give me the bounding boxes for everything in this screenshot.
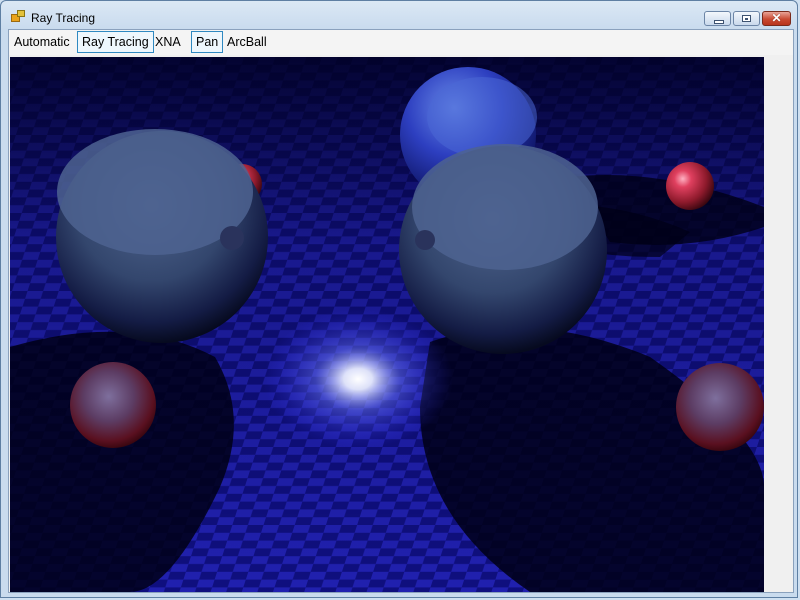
menu-arcball[interactable]: ArcBall (223, 31, 271, 53)
viewport-margin (765, 57, 793, 592)
ray-traced-scene (10, 57, 764, 592)
close-button[interactable]: ✕ (762, 11, 791, 26)
client-area: Automatic Ray Tracing XNA Pan ArcBall (8, 29, 794, 593)
menu-bar: Automatic Ray Tracing XNA Pan ArcBall (9, 30, 793, 55)
menu-automatic[interactable]: Automatic (10, 31, 74, 53)
maximize-button[interactable] (733, 11, 760, 26)
menu-pan[interactable]: Pan (191, 31, 224, 53)
title-bar[interactable]: Ray Tracing ✕ (1, 1, 797, 29)
close-icon: ✕ (771, 11, 782, 25)
menu-xna[interactable]: XNA (151, 31, 185, 53)
app-window: Ray Tracing ✕ Automatic Ray Tracing XNA … (0, 0, 798, 598)
app-icon[interactable] (11, 10, 25, 22)
maximize-icon (742, 15, 751, 22)
render-viewport[interactable] (10, 57, 764, 592)
window-title: Ray Tracing (31, 11, 96, 25)
minimize-icon (714, 20, 724, 24)
minimize-button[interactable] (704, 11, 731, 26)
menu-ray-tracing[interactable]: Ray Tracing (77, 31, 154, 53)
